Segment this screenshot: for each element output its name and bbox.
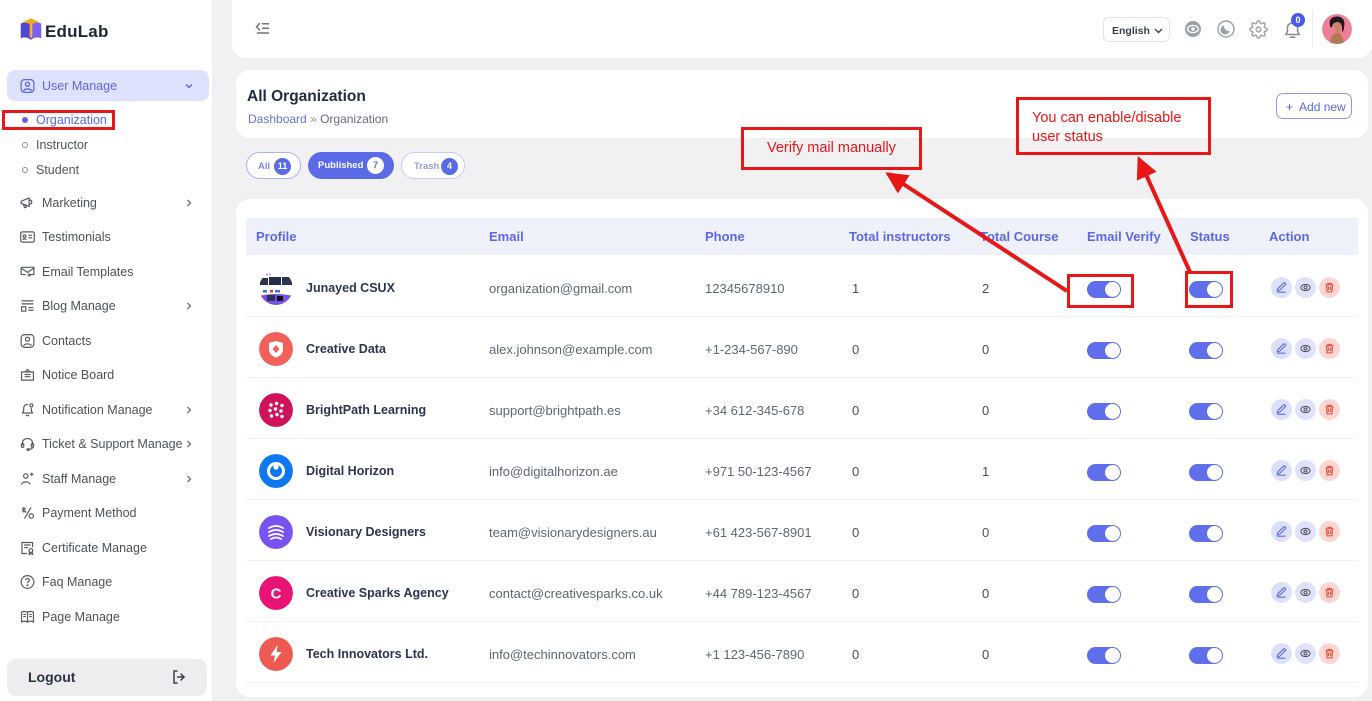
svg-text:C: C (271, 586, 282, 603)
